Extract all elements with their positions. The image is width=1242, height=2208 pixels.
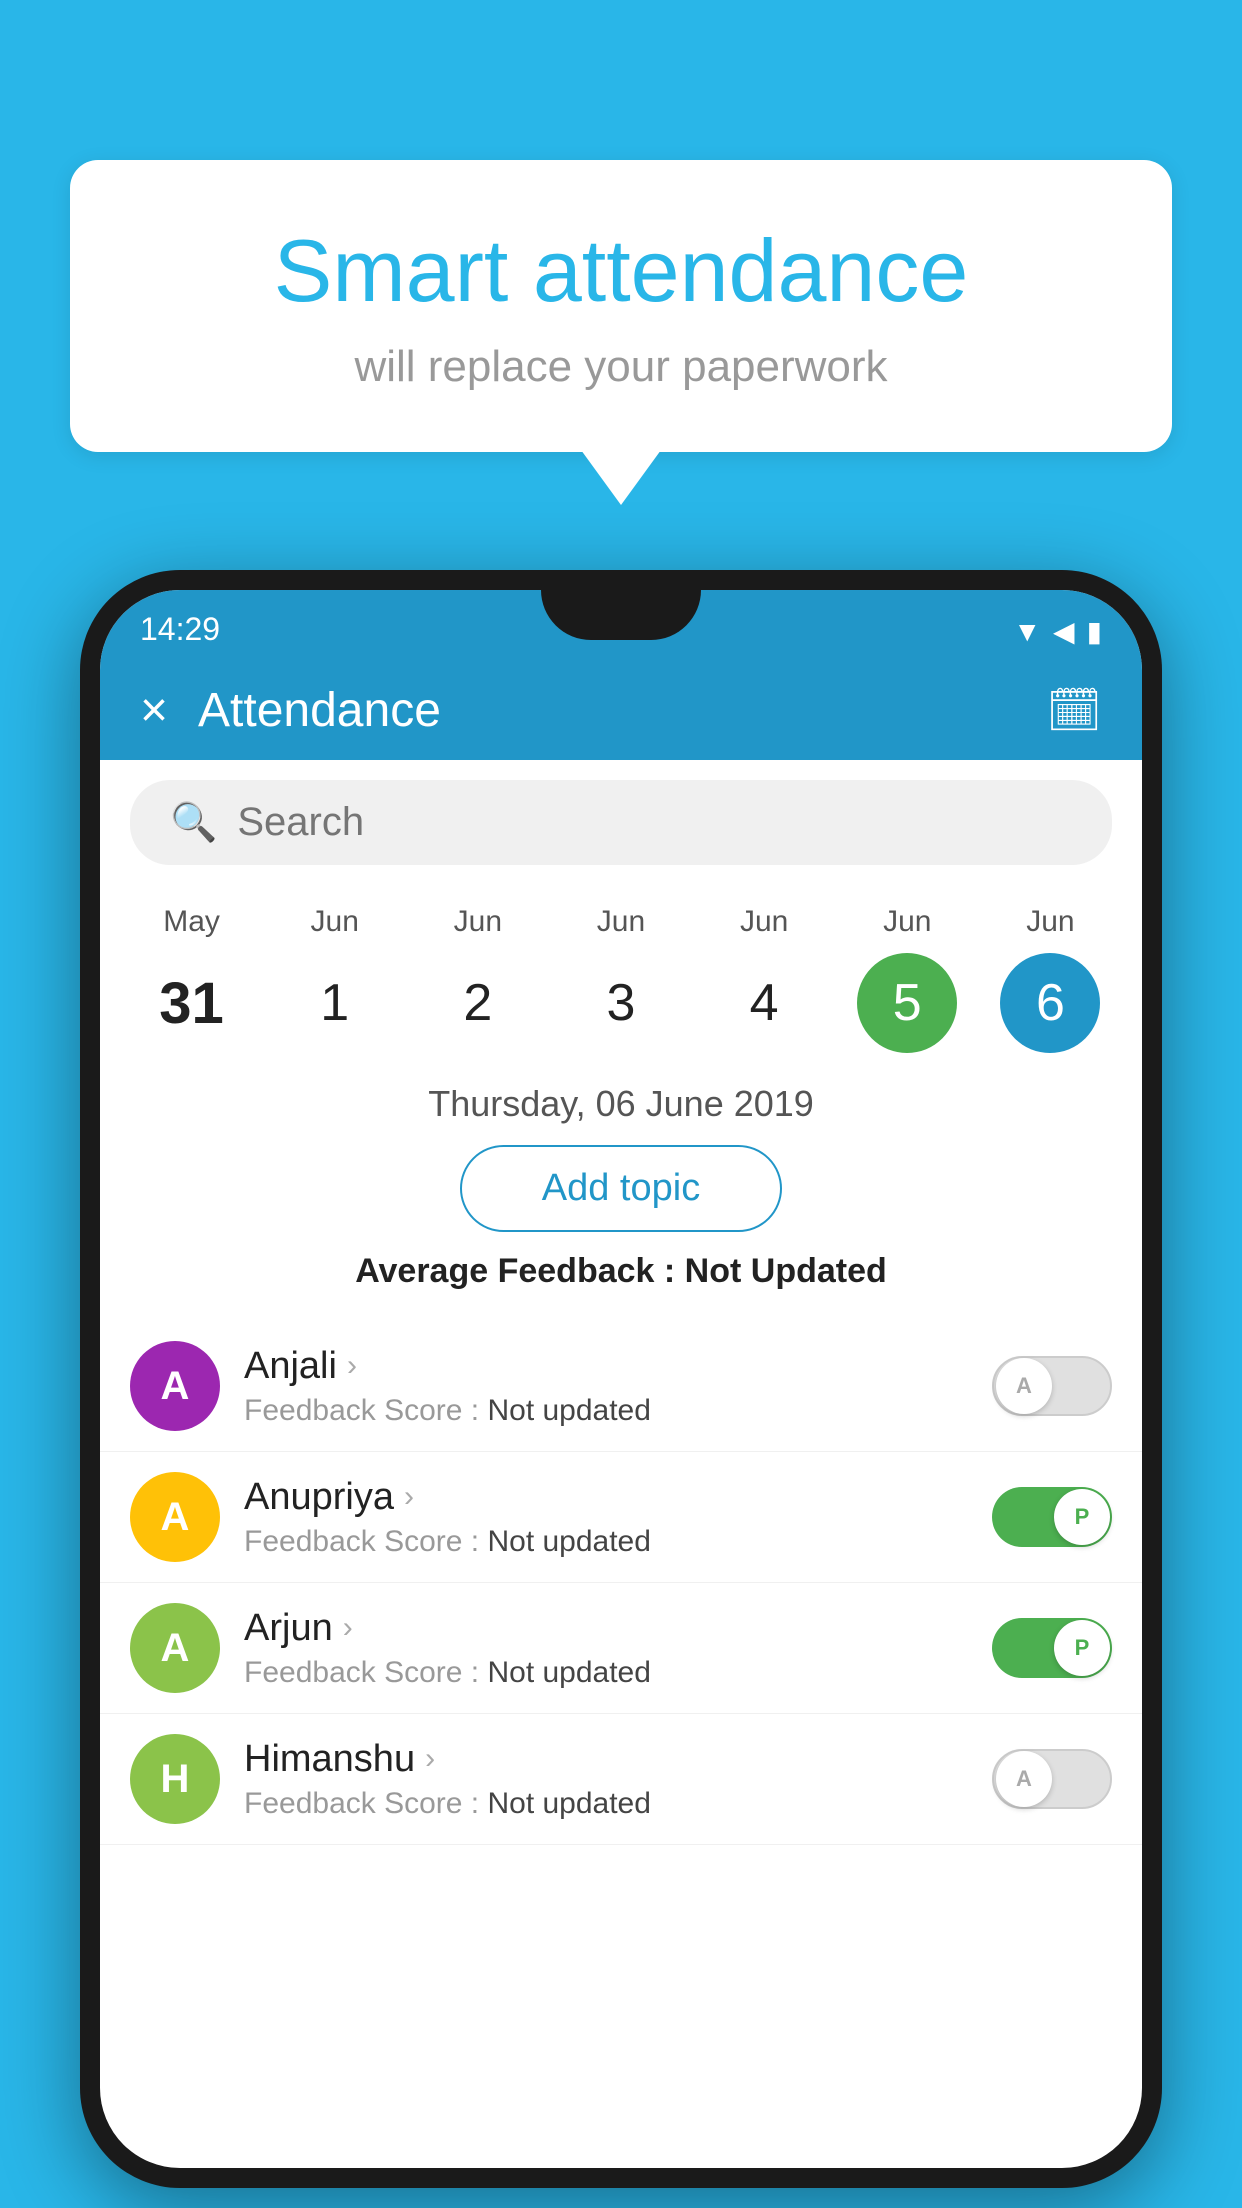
student-item: A Anupriya › Feedback Score : Not update…: [100, 1452, 1142, 1583]
wifi-icon: ▼: [1013, 616, 1041, 648]
status-icons: ▼ ◀ ▮: [1013, 615, 1102, 648]
attendance-toggle[interactable]: A: [992, 1749, 1112, 1809]
calendar-day[interactable]: Jun 3: [571, 905, 671, 1053]
attendance-toggle[interactable]: P: [992, 1618, 1112, 1678]
student-info[interactable]: Anjali › Feedback Score : Not updated: [244, 1345, 968, 1428]
calendar-day[interactable]: Jun 4: [714, 905, 814, 1053]
phone-notch: [541, 590, 701, 640]
selected-date-label: Thursday, 06 June 2019: [100, 1083, 1142, 1125]
cal-date: 6: [1000, 953, 1100, 1053]
chevron-right-icon: ›: [425, 1742, 435, 1776]
calendar-day[interactable]: May 31: [142, 905, 242, 1053]
chevron-right-icon: ›: [347, 1349, 357, 1383]
student-item: A Anjali › Feedback Score : Not updated …: [100, 1321, 1142, 1452]
cal-month: May: [163, 905, 220, 939]
toggle-knob: P: [1054, 1620, 1110, 1676]
attendance-toggle[interactable]: A: [992, 1356, 1112, 1416]
cal-month: Jun: [454, 905, 502, 939]
search-container: 🔍: [130, 780, 1112, 865]
chevron-right-icon: ›: [404, 1480, 414, 1514]
student-info[interactable]: Himanshu › Feedback Score : Not updated: [244, 1738, 968, 1821]
student-feedback-score: Feedback Score : Not updated: [244, 1394, 968, 1428]
calendar-day[interactable]: Jun 5: [857, 905, 957, 1053]
toggle-knob: P: [1054, 1489, 1110, 1545]
student-feedback-score: Feedback Score : Not updated: [244, 1656, 968, 1690]
student-item: A Arjun › Feedback Score : Not updated P: [100, 1583, 1142, 1714]
student-avatar: H: [130, 1734, 220, 1824]
bubble-tail: [581, 450, 661, 505]
cal-date: 3: [571, 953, 671, 1053]
chevron-right-icon: ›: [343, 1611, 353, 1645]
app-header: × Attendance 🗓: [100, 660, 1142, 760]
avg-feedback-label: Average Feedback :: [355, 1252, 684, 1290]
signal-icon: ◀: [1053, 615, 1075, 648]
calendar-day[interactable]: Jun 1: [285, 905, 385, 1053]
phone-inner: 14:29 ▼ ◀ ▮ × Attendance 🗓 🔍 May 31 Jun …: [100, 590, 1142, 2168]
student-info[interactable]: Arjun › Feedback Score : Not updated: [244, 1607, 968, 1690]
student-name: Anjali ›: [244, 1345, 968, 1388]
avg-feedback-value: Not Updated: [685, 1252, 887, 1290]
cal-month: Jun: [1026, 905, 1074, 939]
cal-date: 2: [428, 953, 528, 1053]
cal-month: Jun: [883, 905, 931, 939]
student-feedback-score: Feedback Score : Not updated: [244, 1525, 968, 1559]
toggle-knob: A: [996, 1358, 1052, 1414]
student-avatar: A: [130, 1472, 220, 1562]
student-avatar: A: [130, 1341, 220, 1431]
cal-date: 5: [857, 953, 957, 1053]
toggle-knob: A: [996, 1751, 1052, 1807]
speech-bubble-container: Smart attendance will replace your paper…: [70, 160, 1172, 507]
student-list: A Anjali › Feedback Score : Not updated …: [100, 1321, 1142, 1845]
student-name: Arjun ›: [244, 1607, 968, 1650]
status-time: 14:29: [140, 611, 220, 648]
bubble-subtitle: will replace your paperwork: [150, 342, 1092, 392]
header-title: Attendance: [198, 683, 1046, 738]
cal-date: 4: [714, 953, 814, 1053]
bubble-title: Smart attendance: [150, 220, 1092, 322]
avg-feedback: Average Feedback : Not Updated: [100, 1252, 1142, 1291]
calendar-day[interactable]: Jun 6: [1000, 905, 1100, 1053]
cal-month: Jun: [597, 905, 645, 939]
cal-month: Jun: [740, 905, 788, 939]
calendar-icon[interactable]: 🗓: [1046, 684, 1102, 736]
speech-bubble: Smart attendance will replace your paper…: [70, 160, 1172, 452]
battery-icon: ▮: [1087, 615, 1102, 648]
cal-month: Jun: [311, 905, 359, 939]
cal-date: 31: [142, 953, 242, 1053]
calendar-day[interactable]: Jun 2: [428, 905, 528, 1053]
attendance-toggle[interactable]: P: [992, 1487, 1112, 1547]
student-item: H Himanshu › Feedback Score : Not update…: [100, 1714, 1142, 1845]
calendar-strip: May 31 Jun 1 Jun 2 Jun 3 Jun 4 Jun 5 Jun…: [100, 885, 1142, 1053]
add-topic-button[interactable]: Add topic: [460, 1145, 782, 1232]
close-button[interactable]: ×: [140, 683, 168, 738]
student-avatar: A: [130, 1603, 220, 1693]
search-icon: 🔍: [170, 801, 217, 845]
student-name: Anupriya ›: [244, 1476, 968, 1519]
student-feedback-score: Feedback Score : Not updated: [244, 1787, 968, 1821]
search-input[interactable]: [237, 800, 1072, 845]
student-info[interactable]: Anupriya › Feedback Score : Not updated: [244, 1476, 968, 1559]
student-name: Himanshu ›: [244, 1738, 968, 1781]
cal-date: 1: [285, 953, 385, 1053]
phone-frame: 14:29 ▼ ◀ ▮ × Attendance 🗓 🔍 May 31 Jun …: [80, 570, 1162, 2188]
